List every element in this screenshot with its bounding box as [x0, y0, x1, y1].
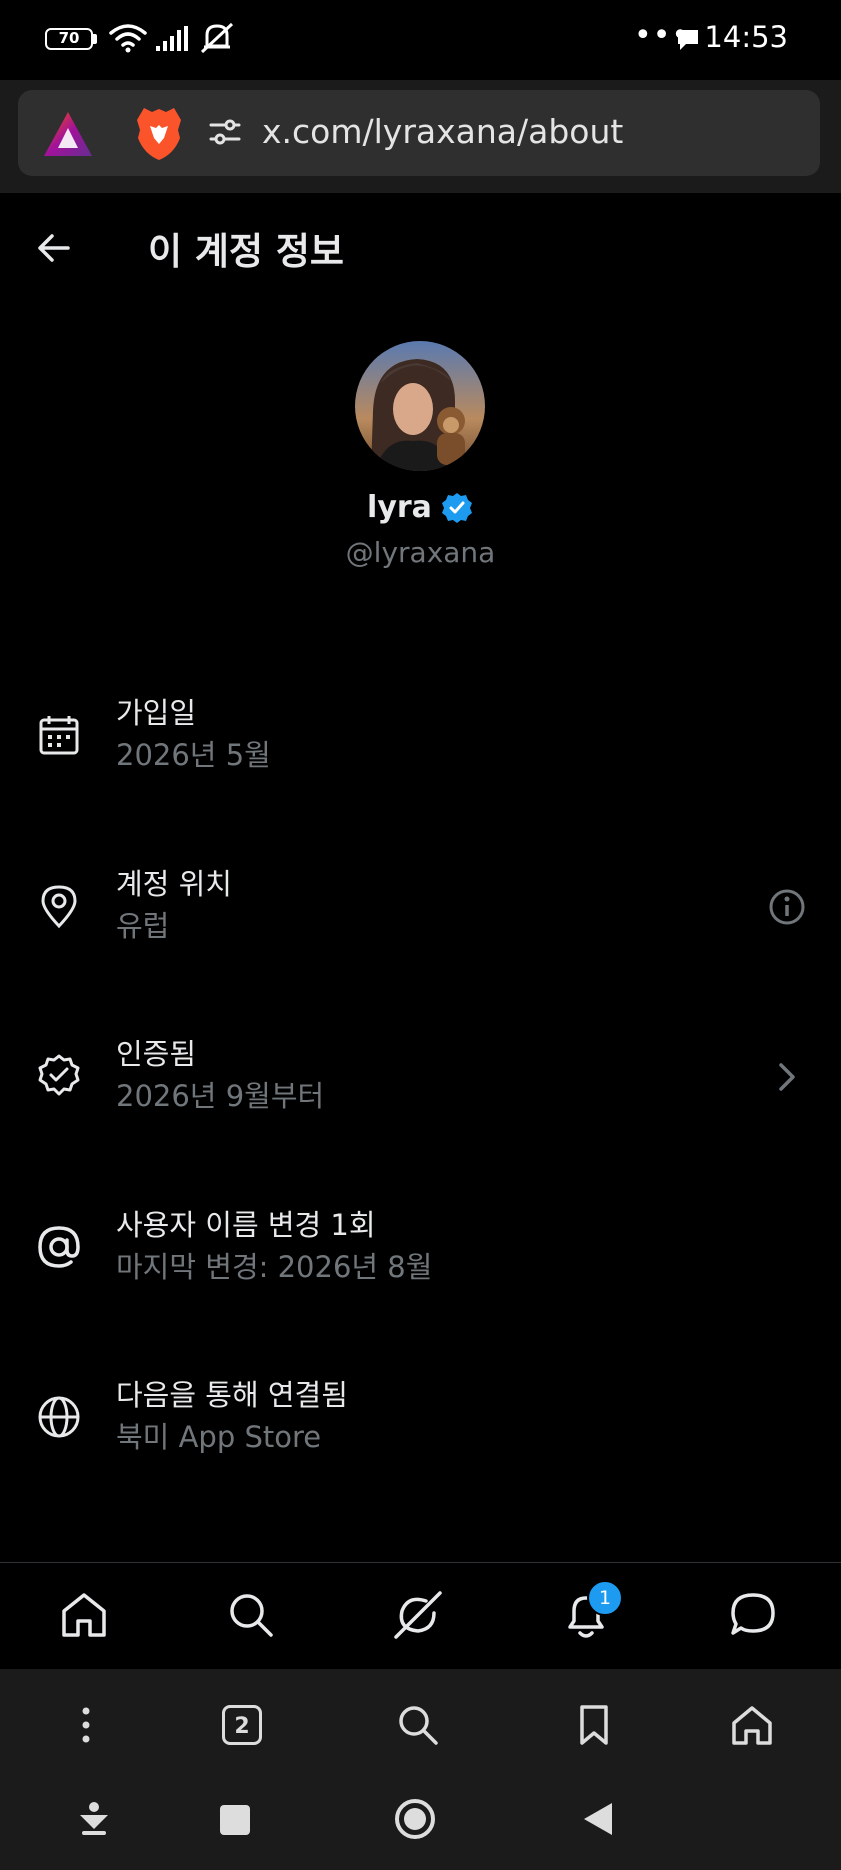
back-arrow-icon[interactable] — [34, 228, 74, 268]
info-row-username-changes: 사용자 이름 변경 1회 마지막 변경: 2026년 8월 — [0, 1186, 841, 1336]
browser-toolbar: 2 — [0, 1669, 841, 1779]
info-row-label: 다음을 통해 연결됨 — [116, 1378, 348, 1412]
info-row-label: 가입일 — [116, 696, 197, 730]
site-settings-icon[interactable] — [208, 115, 242, 149]
info-row-connected-via: 다음을 통해 연결됨 북미 App Store — [0, 1356, 841, 1506]
handle: @lyraxana — [345, 536, 496, 569]
display-name-row: lyra — [0, 490, 841, 525]
info-row-value: 마지막 변경: 2026년 8월 — [116, 1250, 433, 1284]
info-row-location: 계정 위치 유럽 — [0, 845, 841, 995]
home-button-icon[interactable] — [393, 1797, 437, 1841]
chevron-right-icon[interactable] — [767, 1057, 807, 1097]
signal-icon — [156, 26, 188, 51]
location-pin-icon — [41, 885, 77, 929]
avatar[interactable] — [355, 341, 485, 471]
chat-notification-icon — [678, 30, 698, 50]
home-icon[interactable] — [730, 1703, 774, 1747]
menu-icon[interactable] — [64, 1703, 108, 1747]
android-nav-bar — [0, 1779, 841, 1870]
display-name: lyra — [367, 490, 432, 525]
info-row-label: 사용자 이름 변경 1회 — [116, 1208, 376, 1242]
info-row-value: 2026년 5월 — [116, 738, 271, 772]
info-row-verified[interactable]: 인증됨 2026년 9월부터 — [0, 1015, 841, 1165]
messages-icon[interactable] — [727, 1589, 779, 1641]
calendar-icon — [39, 716, 79, 755]
info-row-value: 북미 App Store — [116, 1420, 322, 1454]
verified-badge-outline-icon — [38, 1054, 80, 1096]
notification-badge: 1 — [587, 1580, 623, 1616]
page-title: 이 계정 정보 — [148, 230, 344, 273]
search-icon[interactable] — [396, 1703, 440, 1747]
do-not-disturb-icon — [200, 22, 234, 54]
grok-icon[interactable] — [392, 1589, 444, 1641]
clock: 14:53 — [704, 20, 788, 54]
info-icon[interactable] — [767, 887, 807, 927]
avatar-photo — [355, 341, 485, 471]
tabs-button[interactable]: 2 — [222, 1705, 262, 1745]
home-icon[interactable] — [58, 1589, 110, 1641]
bookmark-icon[interactable] — [572, 1703, 616, 1747]
back-icon[interactable] — [580, 1799, 616, 1839]
url-text[interactable]: x.com/lyraxana/about — [262, 112, 623, 151]
at-sign-icon — [38, 1226, 80, 1268]
brave-rewards-icon[interactable] — [42, 110, 94, 158]
globe-icon — [38, 1396, 80, 1438]
info-row-value: 2026년 9월부터 — [116, 1079, 325, 1113]
recents-icon[interactable] — [220, 1805, 250, 1835]
tab-bar — [0, 1562, 841, 1670]
info-row-label: 계정 위치 — [116, 867, 232, 901]
search-icon[interactable] — [225, 1589, 277, 1641]
brave-shields-icon[interactable] — [134, 104, 184, 162]
download-icon[interactable] — [74, 1799, 114, 1839]
wifi-icon — [109, 24, 147, 53]
battery-indicator: 70 — [45, 28, 93, 50]
info-row-label: 인증됨 — [116, 1037, 197, 1071]
info-row-value: 유럽 — [116, 909, 170, 943]
verified-badge-icon[interactable] — [440, 491, 474, 525]
info-row-joined: 가입일 2026년 5월 — [0, 674, 841, 824]
battery-tip — [93, 34, 97, 44]
